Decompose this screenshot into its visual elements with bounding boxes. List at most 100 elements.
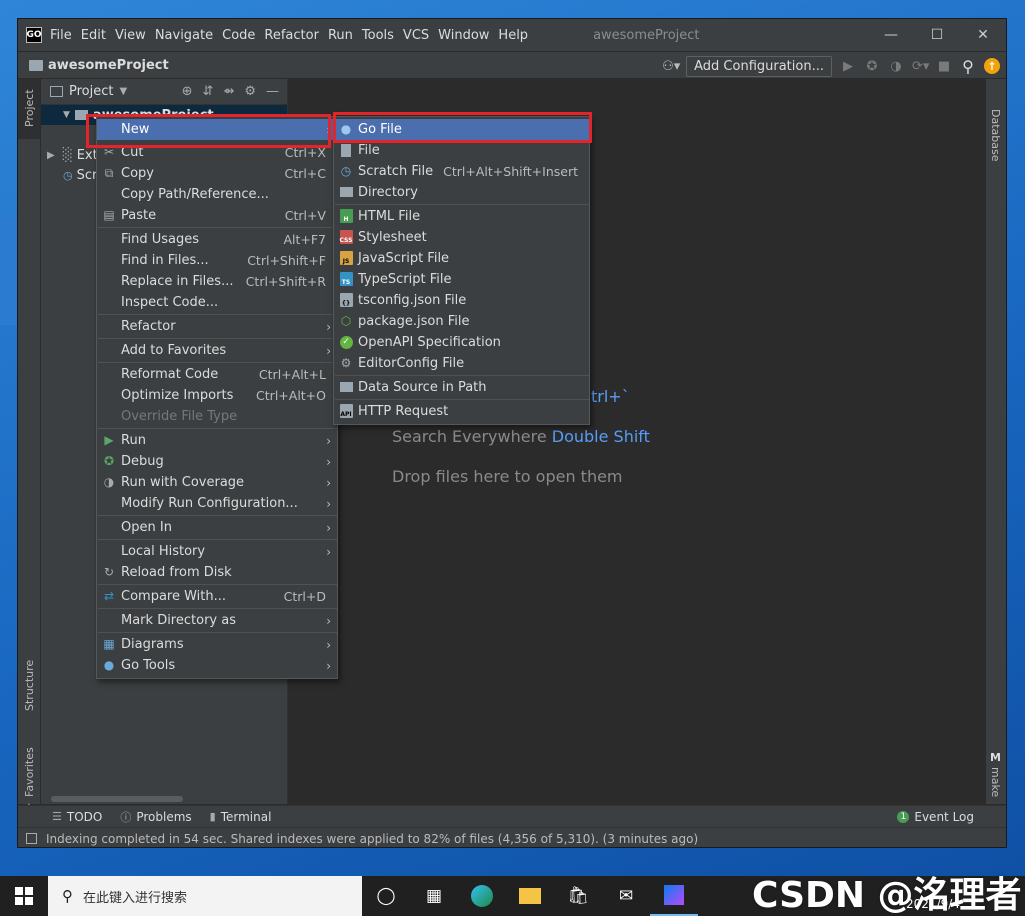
menu-item-diagrams[interactable]: ▦ Diagrams ›: [97, 634, 337, 655]
goto-shortcut: trl+`: [591, 387, 630, 406]
menu-item-html-file[interactable]: H HTML File: [334, 206, 589, 227]
menu-item-label: Override File Type: [121, 409, 238, 424]
menu-item-run[interactable]: ▶ Run ›: [97, 430, 337, 451]
edge-browser-icon[interactable]: [458, 876, 506, 916]
menu-code[interactable]: Code: [222, 28, 255, 43]
user-icon[interactable]: ⚇▾: [662, 59, 680, 74]
stop-icon[interactable]: ■: [936, 59, 952, 74]
minimize-icon[interactable]: —: [868, 19, 914, 51]
file-explorer-icon[interactable]: [506, 876, 554, 916]
coverage-icon[interactable]: ◑: [888, 59, 904, 74]
horizontal-scrollbar[interactable]: [51, 796, 183, 802]
menu-edit[interactable]: Edit: [81, 28, 106, 43]
menu-view[interactable]: View: [115, 28, 146, 43]
database-icon: [339, 380, 353, 394]
menu-item-open-in[interactable]: Open In ›: [97, 517, 337, 538]
goland-taskbar-icon[interactable]: [650, 876, 698, 916]
run-icon[interactable]: ▶: [840, 59, 856, 74]
taskbar-search-box[interactable]: ⚲ 在此键入进行搜索: [48, 876, 362, 916]
menu-navigate[interactable]: Navigate: [155, 28, 213, 43]
menu-item-debug[interactable]: ✪ Debug ›: [97, 451, 337, 472]
menu-item-replace-in-files[interactable]: Replace in Files... Ctrl+Shift+R: [97, 271, 337, 292]
start-button[interactable]: [0, 876, 48, 916]
menu-item-reformat-code[interactable]: Reformat Code Ctrl+Alt+L: [97, 364, 337, 385]
search-icon[interactable]: ⚲: [960, 57, 976, 76]
tab-database[interactable]: Database: [989, 109, 1002, 162]
menu-help[interactable]: Help: [498, 28, 528, 43]
menu-vcs[interactable]: VCS: [403, 28, 429, 43]
tab-project[interactable]: Project: [23, 89, 36, 127]
tab-structure[interactable]: Structure: [23, 660, 36, 711]
store-icon[interactable]: 🛍: [554, 876, 602, 916]
update-icon[interactable]: ↑: [984, 58, 1000, 74]
menu-item-reload-from-disk[interactable]: ↻ Reload from Disk: [97, 562, 337, 583]
menu-item-editorconfig-file[interactable]: ⚙ EditorConfig File: [334, 353, 589, 374]
menu-item-find-in-files[interactable]: Find in Files... Ctrl+Shift+F: [97, 250, 337, 271]
menu-item-javascript-file[interactable]: JS JavaScript File: [334, 248, 589, 269]
menu-item-refactor[interactable]: Refactor ›: [97, 316, 337, 337]
add-configuration-button[interactable]: Add Configuration...: [686, 55, 832, 77]
menu-item-add-to-favorites[interactable]: Add to Favorites ›: [97, 340, 337, 361]
breadcrumb-project[interactable]: awesomeProject: [48, 58, 169, 73]
tab-make[interactable]: make: [989, 767, 1002, 797]
hide-icon[interactable]: —: [266, 84, 279, 99]
maximize-icon[interactable]: ☐: [914, 19, 960, 51]
menu-item-local-history[interactable]: Local History ›: [97, 541, 337, 562]
locate-icon[interactable]: ⊕: [182, 84, 193, 99]
menu-item-stylesheet[interactable]: CSS Stylesheet: [334, 227, 589, 248]
task-view-icon[interactable]: ◯: [362, 876, 410, 916]
menu-item-mark-directory-as[interactable]: Mark Directory as ›: [97, 610, 337, 631]
menu-item-package-json-file[interactable]: ⬡ package.json File: [334, 311, 589, 332]
expand-all-icon[interactable]: ⇵: [203, 84, 214, 99]
collapse-all-icon[interactable]: ⇴: [223, 84, 234, 99]
menu-item-label: TypeScript File: [358, 272, 452, 287]
tab-favorites[interactable]: Favorites: [23, 747, 36, 797]
menu-item-paste[interactable]: ▤ Paste Ctrl+V: [97, 205, 337, 226]
menu-item-compare-with[interactable]: ⇄ Compare With... Ctrl+D: [97, 586, 337, 607]
menu-file[interactable]: File: [50, 28, 72, 43]
menu-item-copy[interactable]: ⧉ Copy Ctrl+C: [97, 163, 337, 184]
chevron-down-icon[interactable]: ▼: [63, 110, 70, 120]
menu-item-inspect-code[interactable]: Inspect Code...: [97, 292, 337, 313]
timeline-icon[interactable]: ▦: [410, 876, 458, 916]
make-icon: M: [990, 751, 1001, 764]
debug-icon[interactable]: ✪: [864, 59, 880, 74]
left-tool-strip: Project Structure Favorites ★: [18, 79, 41, 814]
config-file-icon: {}: [339, 293, 353, 307]
menu-item-directory[interactable]: Directory: [334, 182, 589, 203]
menu-item-typescript-file[interactable]: TS TypeScript File: [334, 269, 589, 290]
desktop-icon[interactable]: [0, 215, 17, 325]
menu-item-http-request[interactable]: API HTTP Request: [334, 401, 589, 422]
right-tool-strip: Database M make: [984, 79, 1006, 804]
menu-item-run-with-coverage[interactable]: ◑ Run with Coverage ›: [97, 472, 337, 493]
menu-item-find-usages[interactable]: Find Usages Alt+F7: [97, 229, 337, 250]
chevron-right-icon[interactable]: ▶: [47, 150, 55, 161]
close-icon[interactable]: ✕: [960, 19, 1006, 51]
mail-icon[interactable]: ✉: [602, 876, 650, 916]
profile-icon[interactable]: ⟳▾: [912, 59, 929, 74]
project-panel-title[interactable]: Project: [69, 84, 113, 99]
tab-todo[interactable]: ☰ TODO: [52, 810, 102, 824]
menu-window[interactable]: Window: [438, 28, 489, 43]
menu-item-label: HTTP Request: [358, 404, 449, 419]
menu-item-tsconfig-file[interactable]: {} tsconfig.json File: [334, 290, 589, 311]
menu-item-scratch-file[interactable]: ◷ Scratch File Ctrl+Alt+Shift+Insert: [334, 161, 589, 182]
menu-item-label: Go Tools: [121, 658, 176, 673]
menu-item-optimize-imports[interactable]: Optimize Imports Ctrl+Alt+O: [97, 385, 337, 406]
menu-run[interactable]: Run: [328, 28, 353, 43]
menu-refactor[interactable]: Refactor: [264, 28, 319, 43]
search-hint-label: Search Everywhere: [392, 427, 547, 446]
menu-item-openapi-spec[interactable]: ✓ OpenAPI Specification: [334, 332, 589, 353]
toggle-tool-windows-icon[interactable]: [26, 833, 37, 844]
menu-tools[interactable]: Tools: [362, 28, 394, 43]
chevron-down-icon[interactable]: ▼: [119, 86, 127, 97]
menu-item-modify-run-config[interactable]: Modify Run Configuration... ›: [97, 493, 337, 514]
menu-item-data-source[interactable]: Data Source in Path: [334, 377, 589, 398]
menu-item-go-tools[interactable]: ● Go Tools ›: [97, 655, 337, 676]
tab-terminal[interactable]: ▮ Terminal: [210, 810, 272, 824]
menu-item-copy-path[interactable]: Copy Path/Reference...: [97, 184, 337, 205]
menu-item-file[interactable]: File: [334, 140, 589, 161]
tab-problems[interactable]: ⓘ Problems: [120, 809, 191, 825]
event-log-button[interactable]: 1 Event Log: [897, 810, 974, 824]
gear-icon[interactable]: ⚙: [244, 84, 256, 99]
